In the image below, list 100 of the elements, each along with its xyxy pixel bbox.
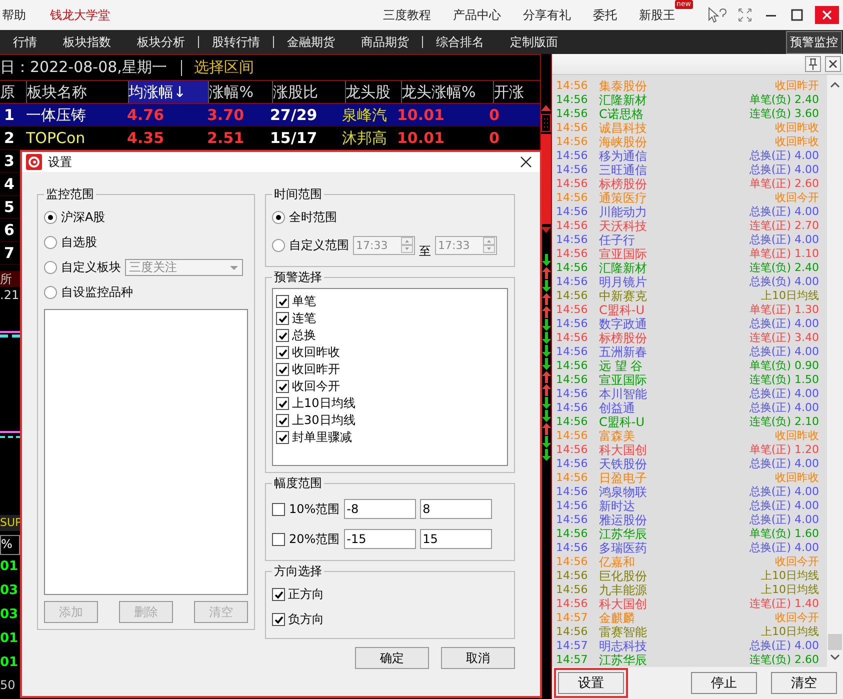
scroll-down-icon[interactable]: [830, 654, 840, 662]
panel-button[interactable]: 停止: [691, 672, 757, 694]
checkbox-label[interactable]: 20%范围: [289, 530, 340, 548]
dialog-button[interactable]: 取消: [441, 647, 515, 669]
checkbox[interactable]: [276, 431, 289, 444]
nav-tab[interactable]: 商品期货: [361, 36, 423, 48]
close-icon[interactable]: [825, 56, 841, 72]
scroll-up-icon[interactable]: [830, 81, 840, 88]
checkbox-label[interactable]: 上10日均线: [292, 395, 356, 412]
down-arrow-icon: [542, 332, 550, 344]
radio-button[interactable]: [44, 211, 57, 224]
nav-tab[interactable]: 金融期货: [287, 34, 335, 50]
checkbox[interactable]: [276, 397, 289, 410]
alert-event: 总换(正) 4.00: [748, 317, 820, 332]
checkbox-label[interactable]: 封单里骤减: [292, 429, 352, 446]
stock-name: 明月镜片: [599, 275, 648, 290]
radio-button[interactable]: [272, 211, 285, 224]
menu-item[interactable]: 委托: [593, 8, 617, 22]
checkbox-label[interactable]: 正方向: [288, 586, 324, 603]
scrollbar-thumb[interactable]: [828, 634, 842, 650]
row-number: 5: [3, 198, 16, 216]
checkbox[interactable]: [276, 329, 289, 342]
radio-button[interactable]: [44, 261, 57, 274]
checkbox[interactable]: [276, 312, 289, 325]
dialog-button[interactable]: 确定: [355, 647, 429, 669]
checkbox-label[interactable]: 上30日均线: [292, 412, 356, 429]
radio-label[interactable]: 沪深A股: [61, 209, 106, 226]
close-icon[interactable]: [520, 156, 532, 168]
radio-label[interactable]: 自选股: [61, 234, 97, 251]
pin-icon[interactable]: [805, 56, 821, 72]
column-header[interactable]: 涨幅%: [209, 81, 273, 103]
scroll-up-icon[interactable]: [541, 104, 551, 112]
fullscreen-icon[interactable]: [737, 7, 753, 23]
checkbox[interactable]: [276, 414, 289, 427]
alert-event: 总换(正) 4.00: [748, 387, 820, 402]
nav-tab[interactable]: 板块分析: [137, 36, 199, 48]
checkbox[interactable]: [276, 363, 289, 376]
column-header[interactable]: 原: [0, 81, 27, 103]
nav-tab[interactable]: 股转行情: [212, 36, 274, 48]
column-header[interactable]: 开涨: [494, 81, 540, 103]
alert-event: 收回昨收: [774, 135, 820, 150]
checkbox-label[interactable]: 连笔: [292, 310, 316, 327]
checkbox[interactable]: [272, 502, 285, 516]
menu-item[interactable]: 产品中心: [453, 8, 501, 22]
alert-event: 连笔(负) 3.60: [748, 107, 820, 122]
input-field[interactable]: -15: [344, 529, 416, 549]
checkbox-label[interactable]: 收回昨收: [292, 344, 340, 361]
checkbox-label[interactable]: 负方向: [288, 611, 324, 628]
checkbox[interactable]: [276, 295, 289, 308]
checkbox[interactable]: [272, 588, 285, 601]
group-title: 时间范围: [273, 186, 323, 203]
input-field[interactable]: -8: [344, 499, 416, 519]
nav-tab[interactable]: 行情: [13, 34, 37, 50]
checkbox-label[interactable]: 收回今开: [292, 378, 340, 395]
column-header[interactable]: 涨股比: [273, 81, 346, 103]
alert-event: 上10日均线: [760, 289, 820, 304]
stock-name: 创益通: [599, 401, 636, 416]
radio-button[interactable]: [44, 286, 57, 299]
column-header[interactable]: 龙头股: [346, 81, 402, 103]
alert-monitor-button[interactable]: 预警监控: [786, 30, 842, 54]
checkbox-label[interactable]: 收回昨开: [292, 361, 340, 378]
table-row[interactable]: 1 一体压铸 4.76 3.70 27/29 泉峰汽 10.01 0: [0, 104, 540, 127]
maximize-icon[interactable]: [789, 7, 805, 23]
grip-icon[interactable]: [541, 114, 551, 132]
table-cell-text: 一体压铸: [26, 106, 87, 124]
column-header[interactable]: 均涨幅↓: [128, 81, 210, 103]
table-cell-text: 15/17: [270, 129, 318, 147]
checkbox-label[interactable]: 单笔: [292, 293, 316, 310]
alert-event: 上10日均线: [760, 569, 820, 584]
menu-item[interactable]: 新股王: [639, 8, 675, 22]
radio-button[interactable]: [44, 236, 57, 249]
radio-label[interactable]: 自定义范围: [289, 236, 349, 254]
nav-tab[interactable]: 综合排名: [436, 34, 484, 50]
scroll-down-icon[interactable]: [541, 226, 551, 234]
panel-button[interactable]: 设置: [558, 672, 624, 694]
nav-tab[interactable]: 定制版面: [510, 34, 558, 50]
menu-item[interactable]: 三度教程: [383, 8, 431, 22]
checkbox[interactable]: [276, 346, 289, 359]
checkbox-label[interactable]: 10%范围: [289, 500, 340, 518]
range-link[interactable]: 选择区间: [194, 58, 254, 77]
checkbox[interactable]: [276, 380, 289, 393]
menu-item[interactable]: 钱龙大学堂: [50, 6, 110, 24]
input-field[interactable]: 8: [420, 499, 492, 519]
panel-button[interactable]: 清空: [771, 672, 837, 694]
nav-tab[interactable]: 板块指数: [63, 34, 111, 50]
table-cell-text: 2.51: [207, 129, 246, 147]
checkbox[interactable]: [272, 613, 285, 626]
checkbox[interactable]: [272, 532, 285, 546]
radio-label[interactable]: 全时范围: [289, 209, 337, 226]
stock-name: 集泰股份: [599, 79, 648, 94]
menu-item[interactable]: 帮助: [2, 6, 26, 24]
column-header[interactable]: 龙头涨幅%: [402, 81, 494, 103]
radio-button[interactable]: [272, 238, 285, 252]
radio-label[interactable]: 自定义板块: [61, 259, 121, 276]
input-field[interactable]: 15: [420, 529, 492, 549]
menu-item[interactable]: 分享有礼: [523, 8, 571, 22]
dropdown-caret-icon[interactable]: [229, 264, 239, 270]
scrollbar-thumb[interactable]: [541, 134, 551, 224]
checkbox-label[interactable]: 总换: [292, 327, 316, 344]
radio-label[interactable]: 自设监控品种: [61, 284, 133, 301]
